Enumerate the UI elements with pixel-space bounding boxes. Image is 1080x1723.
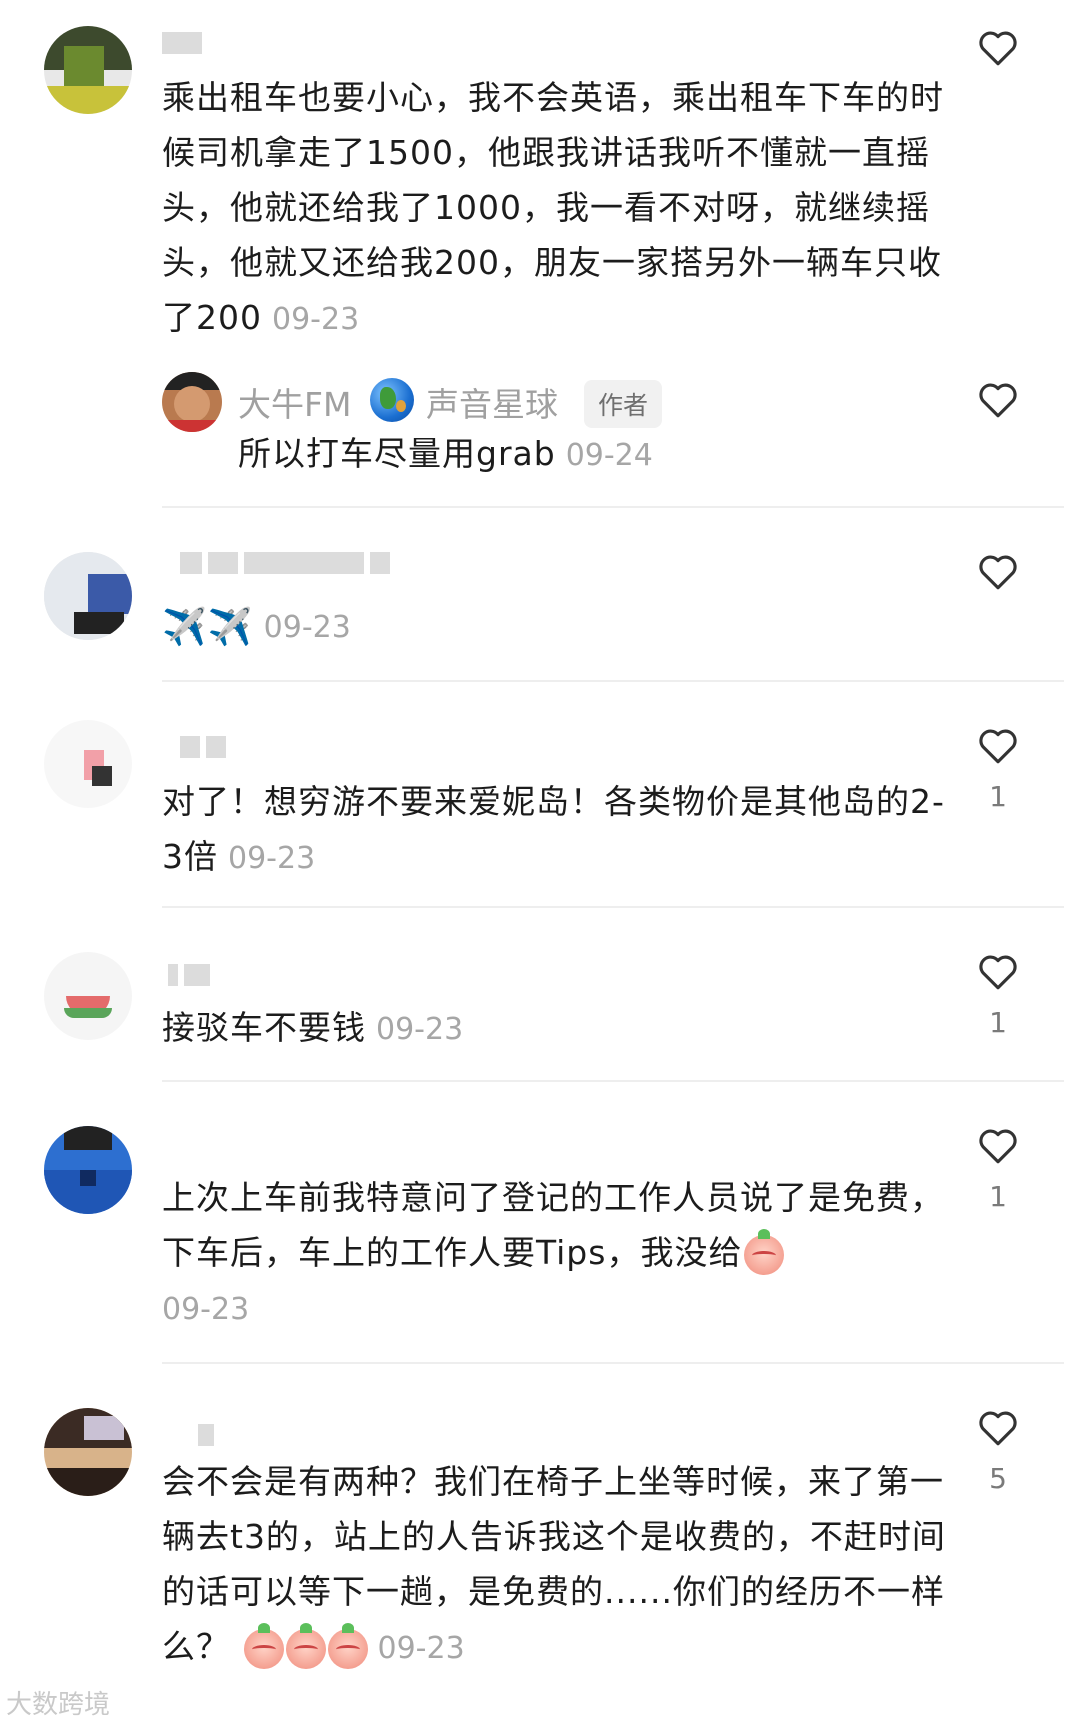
reply-date: 09-24 xyxy=(565,438,653,473)
avatar[interactable] xyxy=(44,552,132,640)
divider xyxy=(162,506,1064,508)
like-count: 5 xyxy=(989,1462,1007,1495)
username-blurred[interactable] xyxy=(198,1424,220,1448)
author-badge: 作者 xyxy=(584,380,663,428)
heart-outline-icon[interactable] xyxy=(977,1408,1019,1448)
crying-face-emoji xyxy=(327,1622,368,1669)
divider xyxy=(162,1080,1064,1082)
reply-planet-name[interactable]: 声音星球 xyxy=(426,378,558,426)
comment-date: 09-23 xyxy=(162,1292,250,1327)
comment-text: 接驳车不要钱 09-23 xyxy=(162,1008,464,1047)
like-count: 1 xyxy=(989,1006,1007,1039)
reply-username[interactable]: 大牛FM xyxy=(238,378,351,426)
username-blurred[interactable] xyxy=(168,964,216,988)
heart-outline-icon[interactable] xyxy=(977,726,1019,766)
comment-date: 09-23 xyxy=(376,1012,464,1047)
comment-text: 会不会是有两种？我们在椅子上坐等时候，来了第一辆去t3的，站上的人告诉我这个是收… xyxy=(162,1454,952,1676)
heart-outline-icon[interactable] xyxy=(977,1126,1019,1166)
crying-face-emoji xyxy=(285,1622,326,1669)
username-blurred[interactable] xyxy=(180,736,232,760)
crying-face-emoji xyxy=(744,1228,785,1275)
avatar[interactable] xyxy=(44,26,132,114)
comment-date: 09-23 xyxy=(263,610,351,645)
crying-face-emoji xyxy=(243,1622,284,1669)
heart-outline-icon[interactable] xyxy=(977,380,1019,420)
airplane-emoji: ✈️✈️ xyxy=(162,607,254,648)
reply-text: 所以打车尽量用grab 09-24 xyxy=(238,434,653,473)
avatar[interactable] xyxy=(44,1408,132,1496)
comment-text: ✈️✈️ 09-23 xyxy=(162,598,952,655)
reply-avatar[interactable] xyxy=(162,372,222,432)
comment-text: 对了！想穷游不要来爱妮岛！各类物价是其他岛的2-3倍 09-23 xyxy=(162,782,945,876)
comment-date: 09-23 xyxy=(377,1631,465,1666)
comment-date: 09-23 xyxy=(228,841,316,876)
username-blurred[interactable] xyxy=(162,32,208,56)
globe-icon xyxy=(370,378,414,422)
like-count: 1 xyxy=(989,780,1007,813)
like-count: 1 xyxy=(989,1180,1007,1213)
avatar[interactable] xyxy=(44,720,132,808)
heart-outline-icon[interactable] xyxy=(977,28,1019,68)
comment-date: 09-23 xyxy=(272,302,360,337)
comment-text: 上次上车前我特意问了登记的工作人员说了是免费，下车后，车上的工作人要Tips，我… xyxy=(162,1178,944,1327)
heart-outline-icon[interactable] xyxy=(977,952,1019,992)
divider xyxy=(162,1362,1064,1364)
watermark: 大数跨境 xyxy=(6,1690,111,1720)
comment-text: 乘出租车也要小心，我不会英语，乘出租车下车的时候司机拿走了1500，他跟我讲话我… xyxy=(162,78,944,337)
avatar[interactable] xyxy=(44,1126,132,1214)
username-blurred[interactable] xyxy=(180,552,396,576)
avatar[interactable] xyxy=(44,952,132,1040)
heart-outline-icon[interactable] xyxy=(977,552,1019,592)
divider xyxy=(162,906,1064,908)
divider xyxy=(162,680,1064,682)
